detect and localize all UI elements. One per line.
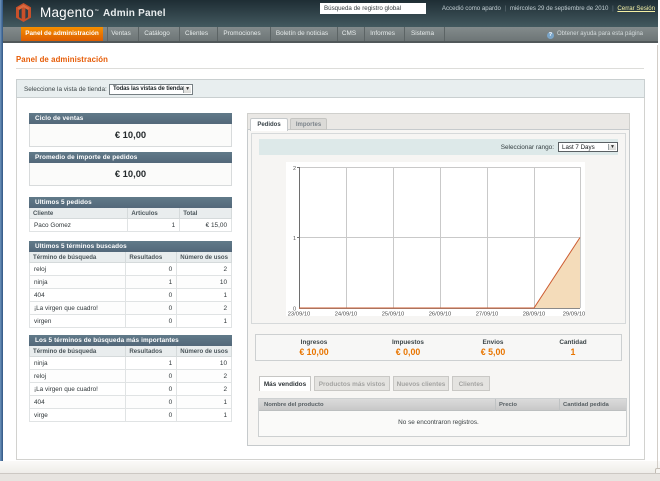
svg-text:27/09/10: 27/09/10 <box>476 312 499 317</box>
svg-text:2: 2 <box>293 166 296 172</box>
svg-text:29/09/10: 29/09/10 <box>563 312 585 317</box>
svg-text:26/09/10: 26/09/10 <box>429 312 452 317</box>
svg-text:23/09/10: 23/09/10 <box>288 312 311 317</box>
svg-text:24/09/10: 24/09/10 <box>335 312 358 317</box>
svg-text:25/09/10: 25/09/10 <box>382 312 405 317</box>
svg-text:1: 1 <box>293 236 296 242</box>
svg-text:28/09/10: 28/09/10 <box>523 312 546 317</box>
